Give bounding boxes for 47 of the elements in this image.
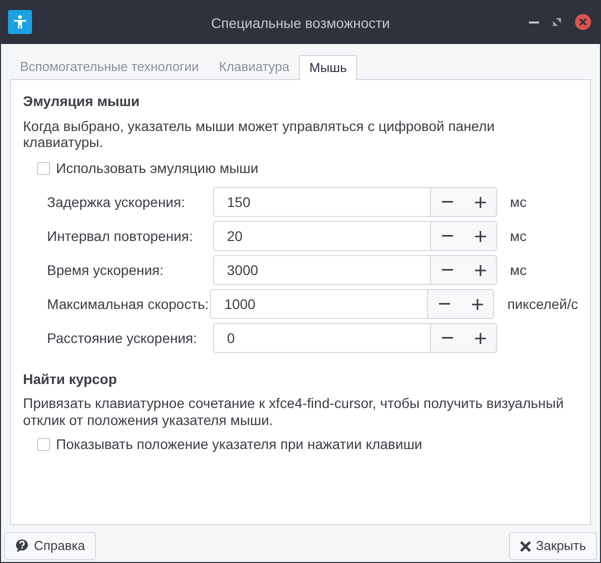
close-icon[interactable] [575, 14, 591, 30]
plus-icon [472, 298, 483, 310]
checkbox-label[interactable]: Показывать положение указателя при нажатии клавиши [56, 434, 422, 455]
increment-button[interactable] [464, 255, 497, 285]
checkbox-label[interactable]: Использовать эмуляцию мыши [56, 158, 258, 179]
plus-icon [474, 332, 486, 344]
maximize-icon[interactable] [553, 18, 561, 26]
spin-field[interactable]: 20 [213, 221, 431, 251]
checkbox[interactable] [37, 162, 50, 175]
speech-bubble-icon [15, 539, 29, 553]
close-icon [520, 540, 531, 552]
minus-icon [442, 235, 453, 237]
minus-icon [442, 337, 453, 339]
description: Привязать клавиатурное сочетание к xfce4-find-cursor, чтобы получить визуальный отклик от положения указателя мыши. [23, 395, 565, 429]
setting-label: Время ускорения: [47, 260, 165, 280]
spin-field[interactable]: 3000 [213, 255, 431, 285]
description: Когда выбрано, указатель мыши может управляться с цифровой панели клавиатуры. [23, 118, 496, 150]
plus-icon [474, 264, 486, 276]
unit-label: мс [510, 226, 527, 246]
section-heading: Найти курсор [23, 370, 118, 388]
plus-icon [474, 230, 486, 242]
increment-button[interactable] [461, 289, 494, 319]
unit-label: мс [510, 192, 527, 212]
close-button[interactable]: Закрыть [508, 532, 597, 560]
minus-icon [442, 201, 453, 203]
spin-field[interactable]: 1000 [210, 289, 428, 319]
plus-icon [474, 196, 486, 208]
window-title: Специальные возможности [210, 14, 391, 33]
minimize-icon[interactable] [529, 20, 539, 24]
tab[interactable]: Мышь [299, 55, 357, 80]
checkbox[interactable] [37, 438, 50, 451]
minus-icon [439, 303, 450, 305]
setting-label: Максимальная скорость: [47, 294, 210, 314]
help-button[interactable]: Справка [4, 532, 96, 560]
unit-label: мс [510, 260, 527, 280]
unit-label: пикселей/с [507, 294, 578, 314]
increment-button[interactable] [464, 323, 497, 353]
spin-field[interactable]: 0 [213, 323, 431, 353]
setting-label: Задержка ускорения: [47, 192, 186, 212]
app-icon [8, 10, 32, 34]
setting-label: Интервал повторения: [47, 226, 194, 246]
setting-label: Расстояние ускорения: [47, 328, 198, 348]
section-heading: Эмуляция мыши [23, 92, 141, 110]
spin-field[interactable]: 150 [213, 187, 431, 217]
minus-icon [442, 269, 453, 271]
increment-button[interactable] [464, 221, 497, 251]
increment-button[interactable] [464, 187, 497, 217]
